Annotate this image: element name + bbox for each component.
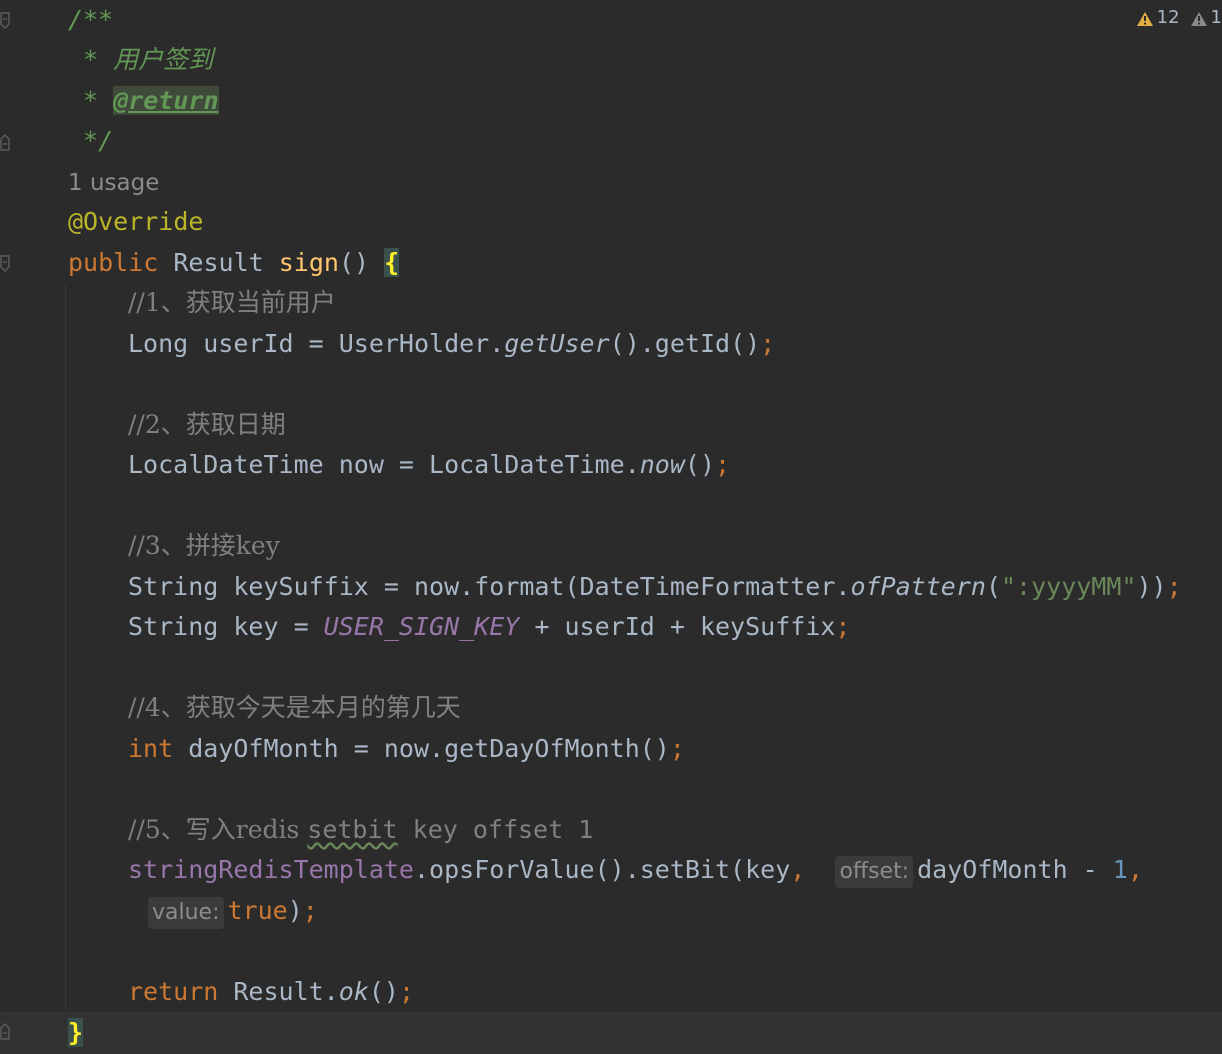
code-text: Result. [218,977,339,1006]
weak-warning-icon [1190,10,1208,26]
field-string-redis-template: stringRedisTemplate [128,855,414,884]
semicolon: ; [835,612,851,641]
method-name: sign [278,248,339,277]
code-text: dayOfMonth - [917,855,1113,884]
fold-icon[interactable] [0,255,10,273]
code-line-closing-brace: } [68,1013,84,1053]
doc-comment-close: */ [68,126,114,155]
opening-brace: { [384,248,400,277]
code-line-now: LocalDateTime now = LocalDateTime.now(); [128,445,730,485]
keyword-true: true [227,896,288,925]
code-text: .opsForValue().setBit(key [413,855,791,884]
doc-comment-title: 用户签到 [113,45,214,74]
code-line-key: String key = USER_SIGN_KEY + userId + ke… [128,607,850,647]
weak-warnings-indicator[interactable]: 1 [1190,6,1222,30]
code-line-comment-1: //1、获取当前用户 [128,283,336,323]
warning-icon [1136,10,1154,26]
code-text: Long userId = UserHolder. [128,329,505,358]
code-editor[interactable]: 12 1 /** * 用户签到 * @return */ 1 usage @Ov… [0,0,1222,1054]
code-text: () [684,450,716,479]
warnings-indicator[interactable]: 12 [1136,6,1180,30]
usage-hint[interactable]: 1 usage [68,170,159,196]
comma: , [1127,855,1143,884]
constant-user-sign-key: USER_SIGN_KEY [323,612,520,641]
code-text: String keySuffix = now.format(DateTimeFo… [128,572,851,601]
parameter-hint-value: value: [148,897,224,929]
typo-word: setbit [307,815,398,844]
fold-icon[interactable] [0,1022,10,1040]
keyword-public: public [68,248,159,277]
parameter-hint-offset: offset: [835,856,914,888]
weak-warnings-count: 1 [1210,7,1222,28]
comment-get-date: //2、获取日期 [128,410,286,439]
code-line-set-bit-cont: value: true); [148,891,318,931]
semicolon: ; [669,734,685,763]
code-text: String key = [128,612,324,641]
doc-comment-prefix: * [68,45,114,74]
code-text: LocalDateTime now = LocalDateTime. [128,450,640,479]
number-literal: 1 [1112,855,1128,884]
doc-return-tag: @return [113,86,219,115]
code-text: () [368,977,399,1006]
code-line-comment-5: //5、写入redis setbit key offset 1 [128,810,593,850]
code-line-user-id: Long userId = UserHolder.getUser().getId… [128,324,775,364]
doc-comment-prefix: * [68,86,114,115]
current-line-highlight [0,1012,1222,1054]
comment-write-redis: //5、写入redis [128,815,308,844]
semicolon: ; [1166,572,1182,601]
comment-text: key offset 1 [397,815,594,844]
code-text: )) [1136,572,1167,601]
usage-hint-line[interactable]: 1 usage [68,162,159,202]
code-line-signature: public Result sign() { [68,243,400,283]
semicolon: ; [715,450,731,479]
code-text: dayOfMonth = now.getDayOfMonth() [173,734,670,763]
code-line-key-suffix: String keySuffix = now.format(DateTimeFo… [128,567,1182,607]
code-line-doc-open: /** [68,0,113,40]
keyword-return: return [128,977,219,1006]
comment-get-user: //1、获取当前用户 [128,288,336,317]
code-text: + userId + keySuffix [519,612,836,641]
code-line-day-of-month: int dayOfMonth = now.getDayOfMonth(); [128,729,685,769]
static-call: ok [338,977,369,1006]
code-line-doc-tag: * @return [68,81,219,121]
code-text: ) [287,896,303,925]
string-literal: ":yyyyMM" [1001,572,1137,601]
code-line-comment-4: //4、获取今天是本月的第几天 [128,688,461,728]
static-call: getUser [504,329,610,358]
code-line-set-bit: stringRedisTemplate.opsForValue().setBit… [128,850,1143,890]
code-line-comment-3: //3、拼接key [128,526,280,566]
warnings-count: 12 [1156,7,1180,28]
doc-comment-open: /** [68,5,114,34]
fold-icon[interactable] [0,12,10,30]
code-text: ().getId() [609,329,761,358]
return-type: Result [158,248,279,277]
semicolon: ; [398,977,415,1006]
closing-brace: } [68,1018,84,1047]
method-parens: () [338,248,385,277]
inspection-widget[interactable]: 12 1 [1136,6,1222,30]
semicolon: ; [760,329,776,358]
code-line-doc-title: * 用户签到 [68,40,213,80]
comma: , [790,855,806,884]
static-call: now [639,450,685,479]
semicolon: ; [302,896,318,925]
comment-build-key: //3、拼接key [128,531,280,560]
static-call: ofPattern [850,572,986,601]
code-line-comment-2: //2、获取日期 [128,405,286,445]
comment-day-of-month: //4、获取今天是本月的第几天 [128,693,461,722]
code-line-annotation: @Override [68,202,203,242]
override-annotation: @Override [68,207,204,236]
fold-icon[interactable] [0,133,10,151]
keyword-int: int [128,734,174,763]
code-line-return: return Result.ok(); [128,972,414,1012]
indent-guide [65,285,66,1010]
code-line-doc-close: */ [68,121,113,161]
code-text: ( [985,572,1001,601]
